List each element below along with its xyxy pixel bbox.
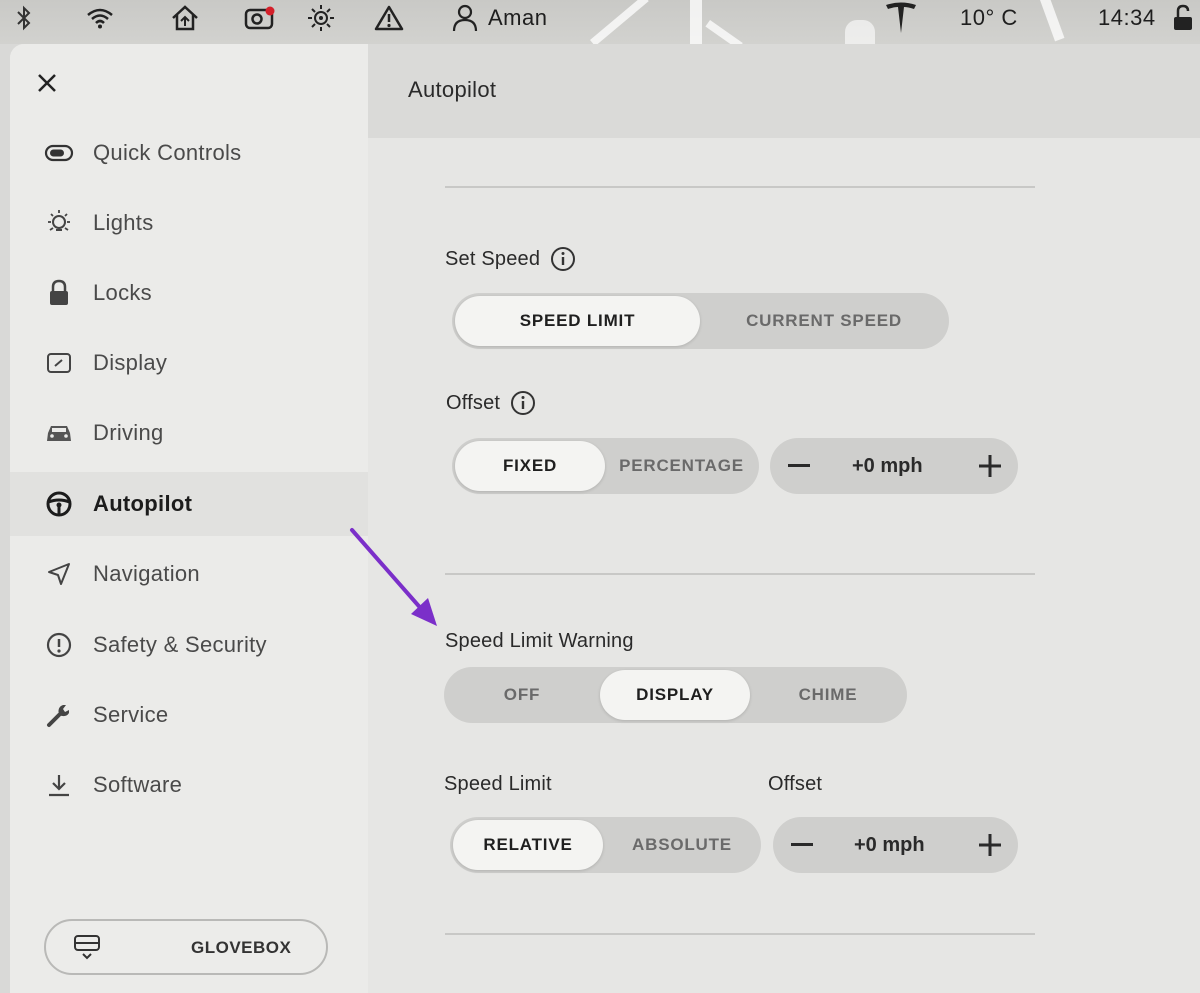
sidebar-item-safety-security[interactable]: Safety & Security [10,614,368,676]
wifi-icon[interactable] [86,0,114,36]
sidebar-item-label: Service [93,702,169,727]
speed-limit-warning-selector: OFF DISPLAY CHIME [444,667,907,723]
speed-limit-label: Speed Limit [444,773,552,795]
percentage-option[interactable]: PERCENTAGE [607,441,756,491]
set-speed-label: Set Speed [445,247,541,270]
sidebar-item-label: Safety & Security [93,632,267,657]
clock: 14:34 [1098,5,1156,30]
offset-heading: Offset [446,390,536,416]
absolute-option[interactable]: ABSOLUTE [606,820,758,870]
sidebar-item-label: Navigation [93,561,200,586]
sidebar-item-service[interactable]: Service [10,684,368,746]
sidebar-item-label: Display [93,350,168,375]
speed-limit-warning-label: Speed Limit Warning [445,630,634,652]
info-icon[interactable] [550,246,576,272]
set-speed-heading: Set Speed [445,246,576,272]
speed-limit-heading: Speed Limit [444,773,552,796]
glovebox-button[interactable]: GLOVEBOX [44,919,328,975]
display-option[interactable]: DISPLAY [600,670,750,720]
speed-limit-option[interactable]: SPEED LIMIT [455,296,700,346]
sidebar-item-label: Autopilot [93,491,193,516]
sidebar-item-label: Driving [93,420,164,445]
decrement-button[interactable] [777,817,827,873]
offset-label: Offset [446,391,501,414]
glovebox-label: GLOVEBOX [191,938,292,957]
unlock-icon[interactable] [1172,0,1194,36]
bluetooth-icon[interactable] [14,0,34,36]
car-icon [44,418,74,448]
minus-icon [788,464,810,467]
minus-icon [791,843,813,846]
off-option[interactable]: OFF [447,670,597,720]
user-name[interactable]: Aman [488,0,547,36]
speed-limit-offset-value: +0 mph [854,834,925,856]
sidebar-item-autopilot[interactable]: Autopilot [10,472,368,536]
info-icon[interactable] [510,390,536,416]
sidebar-item-display[interactable]: Display [10,332,368,394]
sidebar-item-lights[interactable]: Lights [10,192,368,254]
speed-limit-offset-heading: Offset [768,773,822,796]
sidebar-item-driving[interactable]: Driving [10,402,368,464]
sentry-icon[interactable] [307,0,335,36]
speed-limit-offset-label: Offset [768,773,823,795]
sidebar-item-software[interactable]: Software [10,754,368,816]
autopilot-settings: Autopilot Set Speed SPEED LIMIT CURRENT … [368,44,1200,993]
current-speed-option[interactable]: CURRENT SPEED [702,296,946,346]
close-button[interactable] [32,68,62,98]
speed-limit-warning-heading: Speed Limit Warning [445,630,634,653]
temperature-readout: 10° C [960,5,1018,30]
increment-button[interactable] [965,817,1015,873]
steering-wheel-icon [44,489,74,519]
speed-limit-offset-stepper: +0 mph [773,817,1018,873]
toggle-icon [44,138,74,168]
sidebar-item-label: Lights [93,210,154,235]
sidebar-item-label: Software [93,772,183,797]
set-speed-selector: SPEED LIMIT CURRENT SPEED [452,293,949,349]
alert-icon[interactable] [374,0,404,36]
divider [445,933,1035,935]
download-icon [44,770,74,800]
homelink-icon[interactable] [170,0,200,36]
wrench-icon [44,700,74,730]
increment-button[interactable] [965,438,1015,494]
display-icon [44,348,74,378]
decrement-button[interactable] [774,438,824,494]
status-bar: Aman 10° C 14:34 [0,0,1200,50]
sidebar-item-navigation[interactable]: Navigation [10,543,368,605]
sidebar-item-label: Quick Controls [93,140,242,165]
chime-option[interactable]: CHIME [753,670,903,720]
content-header: Autopilot [368,44,1200,138]
lock-icon [44,278,74,308]
tesla-logo-icon[interactable] [884,0,918,36]
divider [445,186,1035,188]
offset-stepper: +0 mph [770,438,1018,494]
offset-type-selector: FIXED PERCENTAGE [452,438,759,494]
dashcam-icon[interactable] [244,0,276,36]
settings-sidebar: Quick Controls Lights Locks Display Driv [10,44,368,993]
offset-value: +0 mph [852,455,923,477]
sidebar-item-label: Locks [93,280,152,305]
page-title: Autopilot [408,77,497,102]
glovebox-icon [72,933,102,968]
sidebar-item-quick-controls[interactable]: Quick Controls [10,122,368,184]
settings-panel: Quick Controls Lights Locks Display Driv [10,44,1200,993]
plus-icon [979,834,1001,856]
divider [445,573,1035,575]
speed-limit-mode-selector: RELATIVE ABSOLUTE [450,817,761,873]
relative-option[interactable]: RELATIVE [453,820,603,870]
fixed-option[interactable]: FIXED [455,441,605,491]
light-bulb-icon [44,208,74,238]
navigation-arrow-icon [44,559,74,589]
exclamation-circle-icon [44,630,74,660]
user-icon[interactable] [452,0,478,36]
plus-icon [979,455,1001,477]
close-icon [38,74,56,92]
sidebar-item-locks[interactable]: Locks [10,262,368,324]
